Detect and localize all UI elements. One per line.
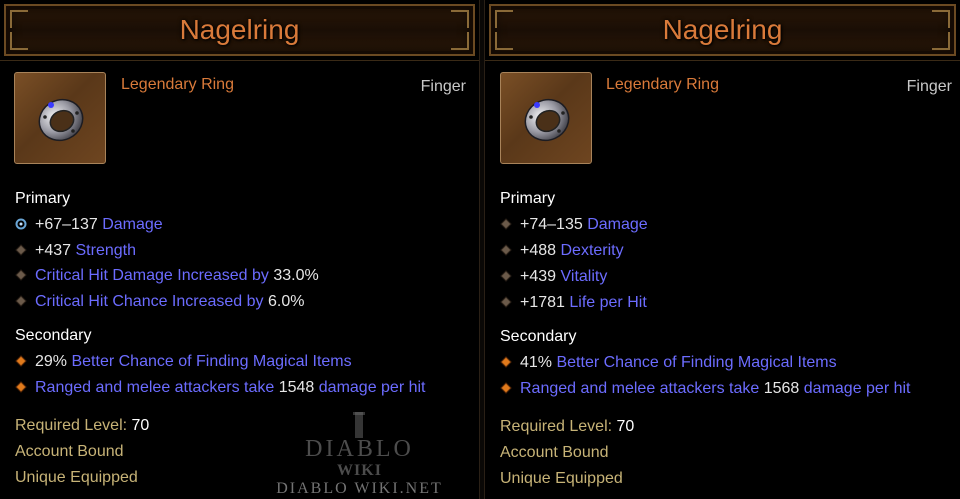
ring-icon [38, 98, 84, 142]
watermark-url: DIABLO WIKI.NET [276, 480, 443, 497]
item-tooltip-right: Nagelring Legendary Ring Finger Primary … [485, 0, 960, 499]
item-type: Legendary Ring [606, 76, 719, 93]
diamond-bullet-icon [500, 296, 512, 308]
secondary-heading: Secondary [500, 328, 577, 345]
orange-diamond-icon [15, 381, 27, 393]
orange-diamond-icon [15, 355, 27, 367]
secondary-stat: Ranged and melee attackers take 1568 dam… [500, 380, 911, 400]
item-type: Legendary Ring [121, 76, 234, 93]
unique-equipped: Unique Equipped [15, 469, 138, 486]
diamond-bullet-icon [500, 270, 512, 282]
primary-stat: +437 Strength [15, 242, 136, 262]
secondary-stat: Ranged and melee attackers take 1548 dam… [15, 379, 426, 399]
diamond-bullet-icon [15, 244, 27, 256]
primary-stat: +439 Vitality [500, 268, 607, 288]
item-icon-frame [14, 72, 106, 164]
primary-stat: +67–137 Damage [15, 216, 163, 236]
item-name: Nagelring [179, 14, 300, 45]
orange-diamond-icon [500, 382, 512, 394]
secondary-stat: 29% Better Chance of Finding Magical Ite… [15, 353, 352, 373]
diamond-bullet-icon [500, 218, 512, 230]
required-level: Required Level: 70 [15, 417, 150, 434]
primary-stat: Critical Hit Chance Increased by 6.0% [15, 293, 304, 313]
unique-equipped: Unique Equipped [500, 470, 623, 487]
item-slot: Finger [420, 78, 466, 95]
item-tooltip-left: Nagelring Legendary Ring Finger Primary [0, 0, 479, 499]
tooltip-header: Nagelring [489, 4, 956, 56]
primary-heading: Primary [15, 190, 71, 207]
site-watermark: DIABLO WIKI DIABLO WIKI.NET [272, 408, 447, 499]
item-slot: Finger [906, 78, 952, 95]
secondary-heading: Secondary [15, 327, 92, 344]
gem-socket-icon [15, 218, 27, 230]
item-name: Nagelring [662, 14, 783, 45]
account-bound: Account Bound [500, 444, 609, 461]
item-icon-frame [500, 72, 592, 164]
divider [485, 60, 960, 61]
account-bound: Account Bound [15, 443, 124, 460]
secondary-stat: 41% Better Chance of Finding Magical Ite… [500, 354, 837, 374]
required-level: Required Level: 70 [500, 418, 635, 435]
tooltip-header: Nagelring [4, 4, 475, 56]
primary-stat: +488 Dexterity [500, 242, 624, 262]
diamond-bullet-icon [500, 244, 512, 256]
orange-diamond-icon [500, 356, 512, 368]
primary-heading: Primary [500, 190, 556, 207]
primary-stat: +74–135 Damage [500, 216, 648, 236]
primary-stat: Critical Hit Damage Increased by 33.0% [15, 267, 319, 287]
diamond-bullet-icon [15, 269, 27, 281]
divider [0, 60, 479, 61]
ring-icon [524, 98, 570, 142]
diamond-bullet-icon [15, 295, 27, 307]
primary-stat: +1781 Life per Hit [500, 294, 647, 314]
